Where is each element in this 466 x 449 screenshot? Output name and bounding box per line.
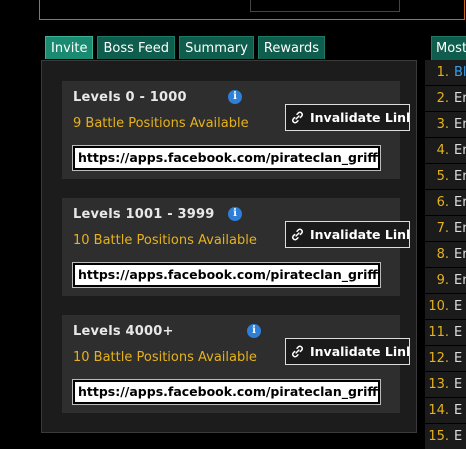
rank-name: Er	[454, 91, 466, 106]
rank-name: E	[454, 403, 463, 418]
tab-most[interactable]: Most	[431, 36, 466, 60]
rank-name: Er	[454, 195, 466, 210]
tab-bar: Invite Boss Feed Summary Rewards	[45, 36, 329, 59]
rank-number: 3.	[436, 117, 449, 132]
rank-number: 14.	[428, 403, 449, 418]
tab-summary[interactable]: Summary	[179, 36, 254, 59]
link-icon	[292, 345, 303, 358]
rank-name: Er	[454, 143, 466, 158]
rank-number: 13.	[428, 377, 449, 392]
rank-number: 10.	[428, 299, 449, 314]
rank-number: 11.	[428, 325, 449, 340]
invite-url-field[interactable]: https://apps.facebook.com/pirateclan_gri…	[72, 262, 381, 288]
rank-number: 9.	[436, 273, 449, 288]
invalidate-link-label: Invalidate Link	[310, 110, 410, 125]
rank-number: 5.	[436, 169, 449, 184]
list-item: 13. E	[425, 372, 466, 397]
invite-card-levels-4000-plus: Levels 4000+ i 10 Battle Positions Avail…	[62, 315, 410, 413]
rank-name: E	[454, 377, 463, 392]
info-icon[interactable]: i	[228, 90, 242, 104]
list-item: 12. E	[425, 346, 466, 371]
info-icon[interactable]: i	[228, 207, 242, 221]
positions-available: 10 Battle Positions Available	[73, 350, 257, 365]
rank-number: 8.	[436, 247, 449, 262]
rank-name: E	[454, 325, 463, 340]
rank-name[interactable]: Bl	[451, 65, 466, 80]
card-title: Levels 0 - 1000	[73, 90, 187, 105]
tab-invite[interactable]: Invite	[45, 36, 94, 59]
rank-number: 7.	[436, 221, 449, 236]
invite-url-field[interactable]: https://apps.facebook.com/pirateclan_gri…	[72, 145, 381, 171]
tab-rewards[interactable]: Rewards	[257, 36, 326, 59]
rank-name: Er	[454, 117, 466, 132]
invalidate-link-button[interactable]: Invalidate Link	[285, 104, 410, 131]
list-item: 2. Er	[425, 86, 466, 111]
rank-name: Er	[454, 273, 466, 288]
invalidate-link-button[interactable]: Invalidate Link	[285, 221, 410, 248]
list-item: 6. Er	[425, 190, 466, 215]
rank-name: E	[454, 299, 463, 314]
invite-card-levels-0-1000: Levels 0 - 1000 i 9 Battle Positions Ava…	[62, 81, 410, 179]
rank-number: 1.	[436, 65, 449, 80]
invite-url-field[interactable]: https://apps.facebook.com/pirateclan_gri…	[72, 379, 381, 405]
list-item: 1. Bl	[425, 60, 466, 85]
top-inner-box	[250, 0, 400, 12]
ranking-list: 1. Bl 2. Er 3. Er 4. Er 5. Er 6. Er 7. Er 8. Er …	[425, 60, 466, 449]
list-item: 11. E	[425, 320, 466, 345]
rank-name: E	[454, 351, 463, 366]
rank-number: 12.	[428, 351, 449, 366]
info-icon[interactable]: i	[247, 324, 261, 338]
rank-name: Er	[454, 169, 466, 184]
list-item: 15. E	[425, 424, 466, 449]
list-item: 9. Er	[425, 268, 466, 293]
rank-number: 2.	[436, 91, 449, 106]
invite-panel: Levels 0 - 1000 i 9 Battle Positions Ava…	[41, 60, 417, 433]
tab-boss-feed[interactable]: Boss Feed	[97, 36, 176, 59]
rank-name: E	[454, 429, 463, 444]
card-title: Levels 4000+	[73, 324, 174, 339]
invalidate-link-label: Invalidate Link	[310, 344, 410, 359]
rank-number: 4.	[436, 143, 449, 158]
positions-available: 9 Battle Positions Available	[73, 116, 249, 131]
link-icon	[292, 228, 303, 241]
page: Invite Boss Feed Summary Rewards Levels …	[0, 0, 466, 449]
rank-name: Er	[454, 247, 466, 262]
list-item: 4. Er	[425, 138, 466, 163]
list-item: 14. E	[425, 398, 466, 423]
positions-available: 10 Battle Positions Available	[73, 233, 257, 248]
list-item: 3. Er	[425, 112, 466, 137]
list-item: 10. E	[425, 294, 466, 319]
invalidate-link-label: Invalidate Link	[310, 227, 410, 242]
card-title: Levels 1001 - 3999	[73, 207, 215, 222]
rank-number: 15.	[428, 429, 449, 444]
list-item: 7. Er	[425, 216, 466, 241]
link-icon	[292, 111, 303, 124]
rank-number: 6.	[436, 195, 449, 210]
list-item: 8. Er	[425, 242, 466, 267]
invite-card-levels-1001-3999: Levels 1001 - 3999 i 10 Battle Positions…	[62, 198, 410, 296]
rank-name: Er	[454, 221, 466, 236]
list-item: 5. Er	[425, 164, 466, 189]
invalidate-link-button[interactable]: Invalidate Link	[285, 338, 410, 365]
